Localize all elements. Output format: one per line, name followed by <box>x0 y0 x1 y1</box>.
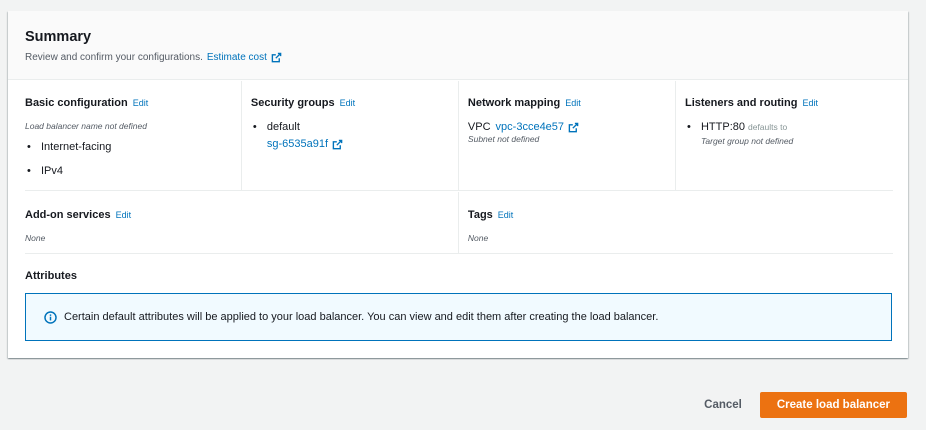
summary-panel: Summary Review and confirm your configur… <box>8 11 908 358</box>
security-groups-edit-link[interactable]: Edit <box>340 96 356 110</box>
vpc-link[interactable]: vpc-3cce4e57 <box>496 120 580 134</box>
tags-section: Tags Edit None <box>459 192 893 253</box>
listeners-list: HTTP:80defaults to <box>685 120 893 134</box>
listeners-routing-title: Listeners and routing <box>684 97 798 109</box>
basic-configuration-list: Internet-facing IPv4 <box>25 140 241 178</box>
estimate-cost-label: Estimate cost <box>206 52 267 63</box>
form-actions: Cancel Create load balancer <box>686 392 907 418</box>
list-item: IPv4 <box>25 164 241 178</box>
addon-services-edit-link[interactable]: Edit <box>116 208 132 222</box>
target-group-note: Target group not defined <box>700 136 794 146</box>
list-item: default sg-6535a91f <box>251 120 458 151</box>
attributes-info-text: Certain default attributes will be appli… <box>64 311 659 323</box>
summary-description-text: Review and confirm your configurations. <box>25 52 203 63</box>
vpc-id: vpc-3cce4e57 <box>495 121 565 133</box>
create-load-balancer-button[interactable]: Create load balancer <box>759 392 907 418</box>
external-link-icon <box>332 139 343 150</box>
external-link-icon <box>568 122 579 133</box>
basic-configuration-title: Basic configuration <box>25 97 128 109</box>
listeners-routing-section: Listeners and routing Edit HTTP:80defaul… <box>676 81 893 190</box>
listener-protocol-port: HTTP:80 <box>700 121 745 133</box>
lb-name-note: Load balancer name not defined <box>25 121 147 131</box>
basic-configuration-edit-link[interactable]: Edit <box>133 96 149 110</box>
security-groups-list: default sg-6535a91f <box>251 120 458 151</box>
security-group-name: default <box>266 121 300 133</box>
summary-row-1: Basic configuration Edit Load balancer n… <box>25 81 893 191</box>
addon-services-value: None <box>25 233 46 243</box>
list-item: HTTP:80defaults to <box>685 120 893 134</box>
vpc-line: VPC vpc-3cce4e57 <box>468 120 675 134</box>
subnet-note: Subnet not defined <box>467 134 540 144</box>
info-icon <box>44 310 57 324</box>
external-link-icon <box>271 52 282 63</box>
addon-services-title: Add-on services <box>25 209 111 221</box>
listeners-routing-edit-link[interactable]: Edit <box>802 96 818 110</box>
attributes-info-alert: Certain default attributes will be appli… <box>25 293 892 341</box>
tags-value: None <box>467 233 489 243</box>
tags-title: Tags <box>467 209 493 221</box>
list-item: Internet-facing <box>25 140 241 154</box>
security-group-id: sg-6535a91f <box>266 138 329 150</box>
summary-title: Summary <box>25 29 92 45</box>
basic-configuration-section: Basic configuration Edit Load balancer n… <box>25 81 242 190</box>
network-mapping-title: Network mapping <box>467 97 561 109</box>
summary-row-2: Add-on services Edit None Tags Edit None <box>25 192 893 254</box>
tags-edit-link[interactable]: Edit <box>498 208 514 222</box>
addon-services-section: Add-on services Edit None <box>25 192 459 253</box>
summary-description: Review and confirm your configurations. … <box>25 52 891 63</box>
security-group-link[interactable]: sg-6535a91f <box>267 137 458 151</box>
estimate-cost-link[interactable]: Estimate cost <box>207 52 282 63</box>
network-mapping-edit-link[interactable]: Edit <box>565 96 581 110</box>
security-groups-title: Security groups <box>250 97 335 109</box>
vpc-label: VPC <box>467 121 491 133</box>
summary-header: Summary Review and confirm your configur… <box>8 11 908 80</box>
defaults-to-label: defaults to <box>747 122 788 132</box>
cancel-button[interactable]: Cancel <box>686 393 760 417</box>
network-mapping-section: Network mapping Edit VPC vpc-3cce4e57 Su… <box>459 81 676 190</box>
security-groups-section: Security groups Edit default sg-6535a91f <box>242 81 459 190</box>
attributes-title: Attributes <box>25 270 77 282</box>
